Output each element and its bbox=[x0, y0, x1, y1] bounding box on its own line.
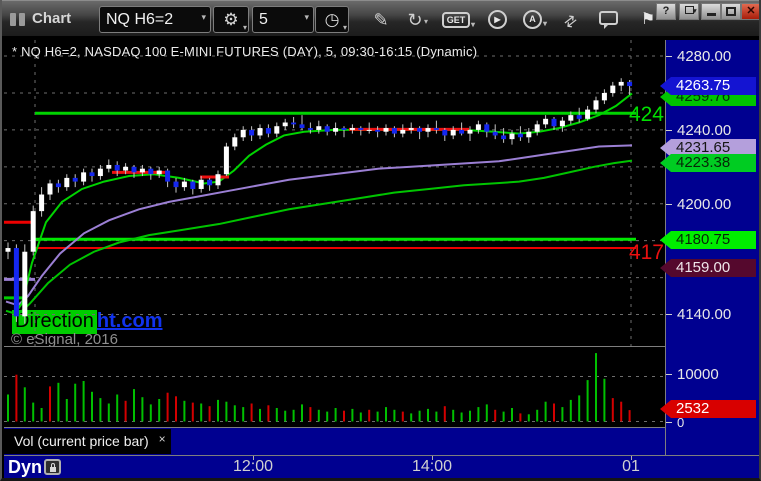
chart-window: Chart NQ H6=2 ▾ ⚙ ▾ 5 ▾ ◷ ▾ ✎ ↻ ▾ GET ▾ ▶ … bbox=[0, 0, 761, 481]
chevron-down-icon[interactable]: ▾ bbox=[304, 5, 309, 30]
chevron-down-icon: ▾ bbox=[423, 17, 428, 26]
chart-settings-button[interactable]: ⚙ ▾ bbox=[213, 6, 249, 33]
toolbar: Chart NQ H6=2 ▾ ⚙ ▾ 5 ▾ ◷ ▾ ✎ ↻ ▾ GET ▾ ▶ … bbox=[2, 0, 759, 38]
price-chart-pane[interactable]: * NQ H6=2, NASDAQ 100 E-MINI FUTURES (DA… bbox=[4, 40, 665, 346]
time-tick-label: 12:00 bbox=[232, 458, 274, 475]
maximize-icon bbox=[726, 7, 736, 16]
maximize-button[interactable] bbox=[721, 3, 741, 20]
play-icon: ▶ bbox=[494, 15, 501, 24]
volume-pane[interactable] bbox=[4, 346, 665, 428]
red-line-label: 417 bbox=[628, 241, 664, 264]
axis-tick-label: 4240.00 bbox=[666, 122, 759, 140]
close-button[interactable]: ✕ bbox=[741, 3, 759, 20]
time-tick-label: 01 bbox=[622, 458, 640, 475]
level-4159-tag: 4159.00 bbox=[660, 259, 756, 277]
last-price-tag: 4263.75 bbox=[660, 77, 756, 95]
axis-tick-label: 4200.00 bbox=[666, 196, 759, 214]
swap-symbols-button[interactable]: ⇄ bbox=[554, 5, 588, 38]
auto-mode-button[interactable]: A ▾ bbox=[523, 10, 547, 29]
get-data-button[interactable]: GET ▾ bbox=[442, 12, 475, 29]
help-button[interactable]: ? bbox=[656, 3, 676, 20]
chevron-down-icon: ▾ bbox=[542, 19, 547, 28]
chart-header: * NQ H6=2, NASDAQ 100 E-MINI FUTURES (DA… bbox=[12, 44, 478, 59]
ma-lower-tag: 4223.38 bbox=[660, 154, 756, 172]
get-icon: GET bbox=[446, 15, 466, 25]
clock-icon: ◷ bbox=[324, 10, 340, 29]
axis-tick-label: 4280.00 bbox=[666, 48, 759, 66]
chevron-down-icon[interactable]: ▾ bbox=[201, 5, 206, 30]
time-axis-bar[interactable]: Dyn 12:00 14:00 01 bbox=[4, 455, 759, 478]
symbol-combobox[interactable]: NQ H6=2 ▾ bbox=[99, 6, 211, 33]
chevron-down-icon: ▾ bbox=[470, 20, 475, 29]
play-button[interactable]: ▶ bbox=[488, 10, 507, 29]
volume-study-tab[interactable]: Vol (current price bar) × bbox=[4, 429, 171, 454]
auto-a-icon: A bbox=[529, 14, 536, 24]
current-volume-tag: 2532 bbox=[660, 400, 756, 418]
minimize-button[interactable] bbox=[701, 3, 721, 20]
close-icon: ✕ bbox=[746, 5, 756, 17]
comment-button[interactable] bbox=[599, 11, 618, 29]
swap-icon: ⇄ bbox=[560, 11, 581, 33]
chevron-down-icon: ▾ bbox=[342, 23, 347, 32]
price-axis[interactable]: 4280.004240.004220.004200.004140.004259.… bbox=[660, 40, 759, 455]
green-line-label: 424 bbox=[628, 103, 664, 126]
dynamic-mode-label: Dyn bbox=[8, 457, 43, 477]
axis-tick-label: 4140.00 bbox=[666, 306, 759, 324]
chevron-down-icon: ▾ bbox=[242, 23, 247, 32]
minimize-icon bbox=[706, 13, 716, 16]
pencil-icon: ✎ bbox=[373, 10, 389, 30]
hline-green-tag: 4180.75 bbox=[660, 231, 756, 249]
window-title: Chart bbox=[32, 10, 72, 27]
volume-tab-label: Vol (current price bar) bbox=[14, 433, 149, 449]
chart-window-icon bbox=[10, 13, 28, 26]
study-tab-row: Vol (current price bar) × bbox=[4, 428, 665, 455]
axis-tick-label: 10000 bbox=[666, 366, 759, 384]
draw-tool-button[interactable]: ✎ bbox=[368, 9, 394, 31]
help-label: ? bbox=[662, 5, 670, 17]
popout-window-button[interactable] bbox=[679, 3, 699, 20]
lock-button[interactable] bbox=[44, 459, 61, 475]
refresh-icon: ↻ bbox=[407, 10, 423, 30]
flag-icon: ⚑ bbox=[640, 11, 656, 28]
interval-value: 5 bbox=[259, 11, 268, 28]
time-tick-label: 14:00 bbox=[411, 458, 453, 475]
refresh-button[interactable]: ↻ ▾ bbox=[402, 9, 428, 31]
popout-icon bbox=[684, 4, 697, 19]
close-study-icon[interactable]: × bbox=[159, 427, 166, 451]
time-template-button[interactable]: ◷ ▾ bbox=[315, 6, 349, 33]
gear-icon: ⚙ bbox=[223, 10, 239, 29]
symbol-value: NQ H6=2 bbox=[106, 11, 174, 28]
interval-combobox[interactable]: 5 ▾ bbox=[252, 6, 314, 33]
